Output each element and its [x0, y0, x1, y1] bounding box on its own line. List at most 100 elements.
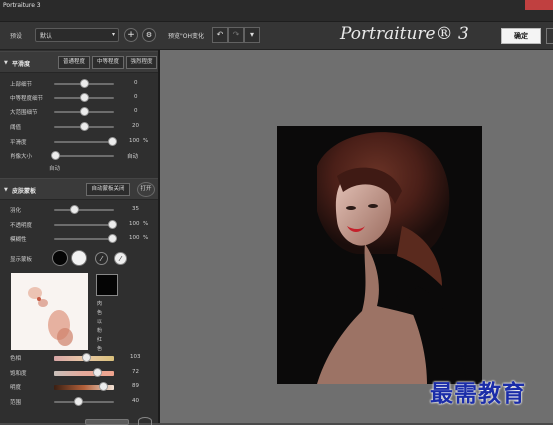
- slider-knob[interactable]: [80, 79, 89, 88]
- slider-label: 大范围细节: [10, 110, 38, 116]
- smoothing-title: 平滑度: [12, 61, 31, 68]
- bottom-button[interactable]: [85, 419, 129, 425]
- slider-label: 范围: [10, 400, 22, 406]
- title-bar: Portraiture 3: [0, 0, 553, 22]
- slider-knob[interactable]: [80, 122, 89, 131]
- slider-knob[interactable]: [74, 397, 83, 406]
- slider-track[interactable]: [54, 141, 114, 143]
- slider-value: 72: [132, 369, 139, 375]
- slider-track[interactable]: [54, 224, 114, 226]
- undo-button[interactable]: ↶: [212, 27, 228, 43]
- slider-knob[interactable]: [80, 107, 89, 116]
- slider-value: 0: [134, 80, 138, 86]
- light-swatch-button[interactable]: [71, 250, 87, 266]
- slider-label: 平滑度: [10, 140, 27, 146]
- mask-preview-thumbnail[interactable]: [11, 273, 88, 350]
- slider-knob[interactable]: [108, 137, 117, 146]
- slider-label: 阈值: [10, 125, 22, 131]
- bottom-round-button[interactable]: [138, 417, 152, 425]
- slider-value: 103: [130, 354, 141, 360]
- portrait-size-slider-row: 肖像大小 自动: [0, 151, 158, 161]
- threshold-slider-row: 阈值 20: [0, 122, 158, 132]
- preview-label: 预览"OH变化: [168, 33, 204, 40]
- slider-track[interactable]: [54, 401, 114, 403]
- portrait-image: [277, 126, 482, 384]
- redo-icon: ↷: [232, 30, 240, 39]
- add-preset-button[interactable]: +: [124, 28, 138, 42]
- slider-label: 饱和度: [10, 371, 27, 377]
- gear-icon: ⚙: [145, 31, 153, 39]
- slider-track[interactable]: [54, 238, 114, 240]
- slider-label: 不透明度: [10, 223, 33, 229]
- slider-unit: %: [143, 138, 149, 144]
- chevron-down-icon: ▾: [111, 31, 115, 38]
- slider-label: 色相: [10, 356, 22, 362]
- normal-strength-button[interactable]: 普通程度: [58, 56, 90, 69]
- saturation-gradient-track[interactable]: [54, 371, 114, 376]
- collapse-triangle-icon: ▼: [4, 60, 8, 66]
- window-title: Portraiture 3: [3, 2, 41, 9]
- slider-unit: %: [143, 235, 149, 241]
- slider-value: 自动: [127, 154, 139, 160]
- skin-mask-section-header[interactable]: ▼ 皮肤蒙板 自动蒙板关闭 打开: [0, 178, 158, 200]
- dark-swatch-button[interactable]: [52, 250, 68, 266]
- preset-label: 预设: [10, 33, 23, 40]
- mask-toggle-button[interactable]: 打开: [137, 182, 155, 197]
- range-slider-row: 范围 40: [0, 397, 158, 407]
- brand-logo: Portraiture® 3: [340, 24, 469, 44]
- large-detail-slider-row: 大范围细节 0: [0, 107, 158, 117]
- slider-knob[interactable]: [108, 234, 117, 243]
- slider-knob[interactable]: [80, 93, 89, 102]
- show-mask-label: 显示蒙板: [10, 257, 33, 263]
- slider-knob[interactable]: [51, 151, 60, 160]
- close-button[interactable]: [525, 0, 553, 10]
- fine-detail-slider-row: 上部细节 0: [0, 79, 158, 89]
- cancel-button[interactable]: [546, 28, 553, 44]
- slider-track[interactable]: [54, 209, 114, 211]
- hue-slider-row: 色相 103: [0, 353, 158, 363]
- top-toolbar: 预设 默认 ▾ + ⚙ 预览"OH变化 ↶ ↷ ▾ Portraiture® 3…: [0, 22, 553, 50]
- lightness-slider-row: 明度 89: [0, 382, 158, 392]
- preset-select[interactable]: 默认 ▾: [35, 28, 119, 42]
- eyedropper-minus-icon: ⁄: [119, 255, 122, 263]
- eyedropper-icon: ⁄: [100, 255, 103, 263]
- chevron-down-icon: ▾: [249, 30, 254, 39]
- slider-value: 0: [134, 94, 138, 100]
- skin-mask-title: 皮肤蒙板: [12, 188, 37, 195]
- slider-unit: %: [143, 221, 149, 227]
- preset-settings-button[interactable]: ⚙: [142, 28, 156, 42]
- redo-button[interactable]: ↷: [228, 27, 244, 43]
- slider-value: 40: [132, 398, 139, 404]
- collapse-triangle-icon: ▼: [4, 187, 8, 193]
- history-dropdown-button[interactable]: ▾: [244, 27, 260, 43]
- medium-strength-button[interactable]: 中等程度: [92, 56, 124, 69]
- medium-detail-slider-row: 中等程度细节 0: [0, 93, 158, 103]
- eyedropper-button[interactable]: ⁄: [95, 252, 108, 265]
- slider-value: 100: [129, 138, 140, 144]
- smoothing-section-header[interactable]: ▼ 平滑度 普通程度 中等程度 强烈程度: [0, 51, 158, 73]
- slider-knob[interactable]: [93, 368, 102, 377]
- fuzziness-slider-row: 模糊性 100 %: [0, 234, 158, 244]
- slider-label: 上部细节: [10, 82, 33, 88]
- slider-label: 明度: [10, 385, 22, 391]
- slider-knob[interactable]: [82, 353, 91, 362]
- preview-photo[interactable]: [277, 126, 482, 384]
- eyedropper-remove-button[interactable]: ⁄: [114, 252, 127, 265]
- slider-knob[interactable]: [108, 220, 117, 229]
- mask-preview-image: [11, 273, 88, 350]
- strong-strength-button[interactable]: 强烈程度: [126, 56, 157, 69]
- slider-knob[interactable]: [99, 382, 108, 391]
- slider-knob[interactable]: [70, 205, 79, 214]
- slider-track[interactable]: [54, 155, 114, 157]
- slider-value: 89: [132, 383, 139, 389]
- plus-icon: +: [127, 30, 135, 40]
- undo-redo-group: ↶ ↷ ▾: [212, 27, 260, 43]
- slider-value: 100: [129, 235, 140, 241]
- mask-color-swatch[interactable]: [96, 274, 118, 296]
- saturation-slider-row: 饱和度 72: [0, 368, 158, 378]
- mask-color-caption: 肉色以粉红色: [97, 301, 103, 352]
- feather-slider-row: 羽化 35: [0, 205, 158, 215]
- smoothness-slider-row: 平滑度 100 %: [0, 137, 158, 147]
- auto-mask-button[interactable]: 自动蒙板关闭: [86, 183, 130, 196]
- ok-button[interactable]: 确定: [501, 28, 541, 44]
